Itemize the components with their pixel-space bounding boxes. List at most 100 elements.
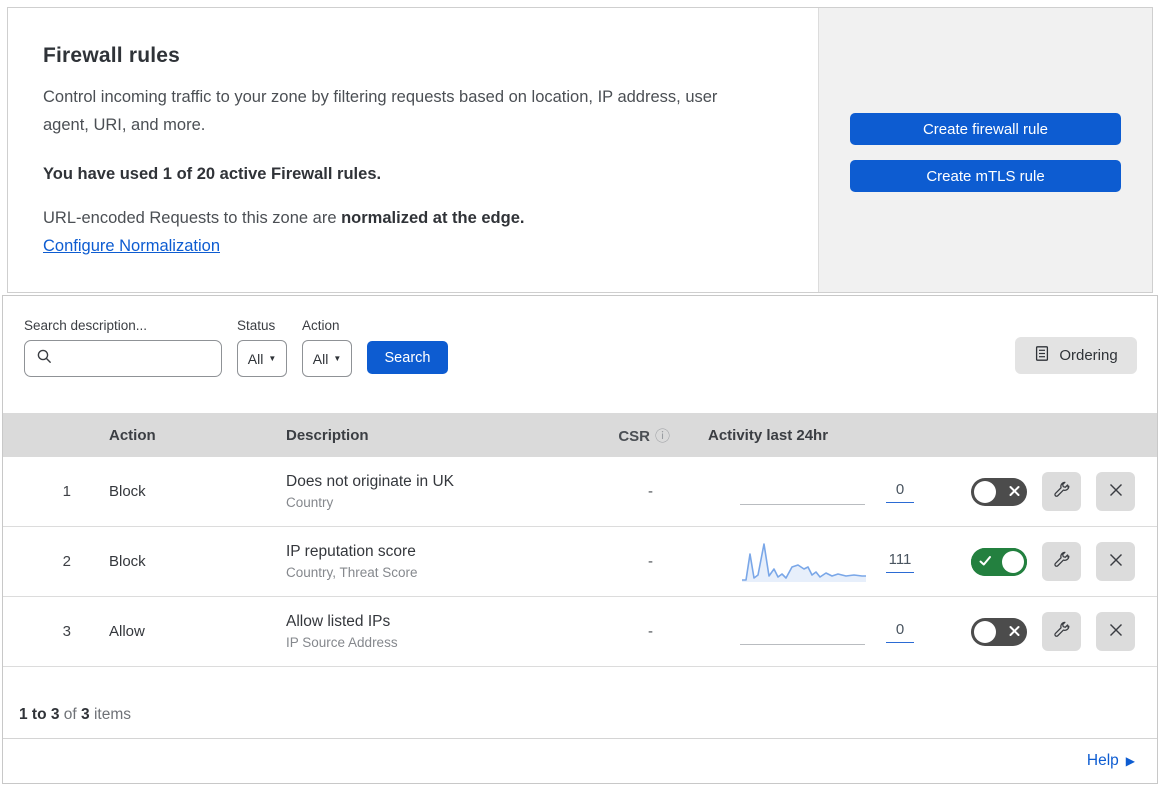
activity-count-link[interactable]: 111	[886, 551, 914, 573]
rule-description: Does not originate in UK	[286, 473, 455, 490]
sparkline-flat	[740, 643, 865, 645]
chevron-down-icon: ▼	[268, 354, 277, 363]
rule-action: Allow	[109, 623, 145, 640]
activity-count-link[interactable]: 0	[886, 481, 914, 503]
activity-sparkline	[740, 610, 868, 654]
chevron-down-icon: ▼	[333, 354, 342, 363]
edit-rule-button[interactable]	[1042, 542, 1081, 581]
rule-priority: 3	[62, 623, 71, 640]
actions-panel: Create firewall rule Create mTLS rule	[818, 8, 1152, 292]
rule-enabled-toggle[interactable]	[971, 547, 1027, 576]
help-label: Help	[1086, 752, 1119, 769]
action-label: Action	[302, 318, 340, 333]
items-text: items	[93, 706, 132, 723]
info-icon[interactable]: ⓘ	[655, 428, 670, 445]
toggle-x-icon	[1009, 483, 1020, 500]
wrench-icon	[1052, 550, 1072, 573]
search-input[interactable]	[24, 340, 222, 377]
filter-bar: Search description... Status All ▼ Actio…	[3, 296, 1157, 413]
status-select-value: All	[247, 350, 264, 367]
wrench-icon	[1052, 480, 1072, 503]
csr-header-label: CSR	[618, 427, 650, 445]
toggle-x-icon	[1009, 623, 1020, 640]
header-card: Firewall rules Control incoming traffic …	[7, 7, 1153, 293]
rule-enabled-toggle[interactable]	[971, 617, 1027, 646]
ordering-button[interactable]: Ordering	[1015, 337, 1137, 374]
normalization-bold: normalized at the edge.	[341, 209, 525, 227]
sparkline-flat	[740, 503, 865, 505]
column-action: Action	[109, 426, 156, 444]
rule-fields: Country	[286, 495, 334, 510]
table-row: 2 Block IP reputation score Country, Thr…	[3, 527, 1157, 597]
rule-enabled-toggle[interactable]	[971, 477, 1027, 506]
rule-priority: 2	[62, 553, 71, 570]
arrow-right-icon: ▶	[1125, 754, 1135, 768]
edit-rule-button[interactable]	[1042, 472, 1081, 511]
item-range: 1 to 3	[19, 706, 60, 723]
sparkline-chart	[742, 542, 866, 582]
pagination-summary: 1 to 3 of 3 items	[3, 667, 1157, 738]
toggle-knob	[1002, 550, 1024, 573]
rule-fields: Country, Threat Score	[286, 565, 418, 580]
column-description: Description	[286, 426, 369, 444]
page-description: Control incoming traffic to your zone by…	[43, 88, 718, 134]
item-total: 3	[81, 706, 90, 723]
action-select[interactable]: All ▼	[302, 340, 352, 377]
rule-description: IP reputation score	[286, 543, 416, 560]
status-select[interactable]: All ▼	[237, 340, 287, 377]
table-row: 3 Allow Allow listed IPs IP Source Addre…	[3, 597, 1157, 667]
delete-rule-button[interactable]	[1096, 542, 1135, 581]
edit-rule-button[interactable]	[1042, 612, 1081, 651]
search-label: Search description...	[24, 318, 148, 333]
rule-action: Block	[109, 483, 146, 500]
activity-sparkline	[740, 540, 868, 584]
close-icon	[1108, 622, 1124, 641]
rules-list-card: Search description... Status All ▼ Actio…	[2, 295, 1158, 784]
configure-normalization-link[interactable]: Configure Normalization	[43, 237, 220, 256]
firewall-rules-page: Firewall rules Control incoming traffic …	[0, 0, 1161, 791]
rule-csr: -	[648, 553, 653, 570]
ordering-button-label: Ordering	[1059, 347, 1118, 364]
delete-rule-button[interactable]	[1096, 472, 1135, 511]
toggle-check-icon	[979, 553, 992, 570]
activity-sparkline	[740, 470, 868, 514]
activity-count-link[interactable]: 0	[886, 621, 914, 643]
rule-description: Allow listed IPs	[286, 613, 391, 630]
normalization-prefix: URL-encoded Requests to this zone are	[43, 209, 342, 227]
rule-controls	[918, 542, 1157, 581]
table-header: Action Description CSR ⓘ Activity last 24…	[3, 413, 1157, 457]
normalization-note: URL-encoded Requests to this zone are no…	[43, 209, 778, 228]
of-text: of	[63, 706, 77, 723]
create-firewall-rule-button[interactable]: Create firewall rule	[850, 113, 1121, 145]
help-link[interactable]: Help ▶	[1087, 752, 1135, 770]
page-title: Firewall rules	[43, 44, 181, 67]
rule-action: Block	[109, 553, 146, 570]
help-row: Help ▶	[3, 738, 1157, 783]
rule-controls	[918, 472, 1157, 511]
ordering-list-icon	[1034, 345, 1050, 366]
action-select-value: All	[312, 350, 329, 367]
search-group: Search description...	[24, 318, 222, 377]
rule-csr: -	[648, 623, 653, 640]
rule-csr: -	[648, 483, 653, 500]
rule-priority: 1	[62, 483, 71, 500]
rule-description-cell: IP reputation score Country, Threat Scor…	[268, 543, 568, 580]
table-row: 1 Block Does not originate in UK Country…	[3, 457, 1157, 527]
toggle-knob	[974, 620, 996, 643]
search-button[interactable]: Search	[367, 341, 448, 374]
delete-rule-button[interactable]	[1096, 612, 1135, 651]
usage-summary: You have used 1 of 20 active Firewall ru…	[43, 165, 382, 183]
header-text-block: Firewall rules Control incoming traffic …	[8, 8, 818, 292]
create-mtls-rule-button[interactable]: Create mTLS rule	[850, 160, 1121, 192]
rule-fields: IP Source Address	[286, 635, 398, 650]
wrench-icon	[1052, 620, 1072, 643]
column-csr: CSR ⓘ	[568, 425, 678, 446]
column-activity: Activity last 24hr	[708, 426, 829, 444]
rule-activity-cell: 111	[678, 540, 918, 584]
action-filter-group: Action All ▼	[302, 318, 352, 377]
close-icon	[1108, 552, 1124, 571]
rule-description-cell: Allow listed IPs IP Source Address	[268, 613, 568, 650]
rule-controls	[918, 612, 1157, 651]
rule-activity-cell: 0	[678, 610, 918, 654]
status-label: Status	[237, 318, 276, 333]
